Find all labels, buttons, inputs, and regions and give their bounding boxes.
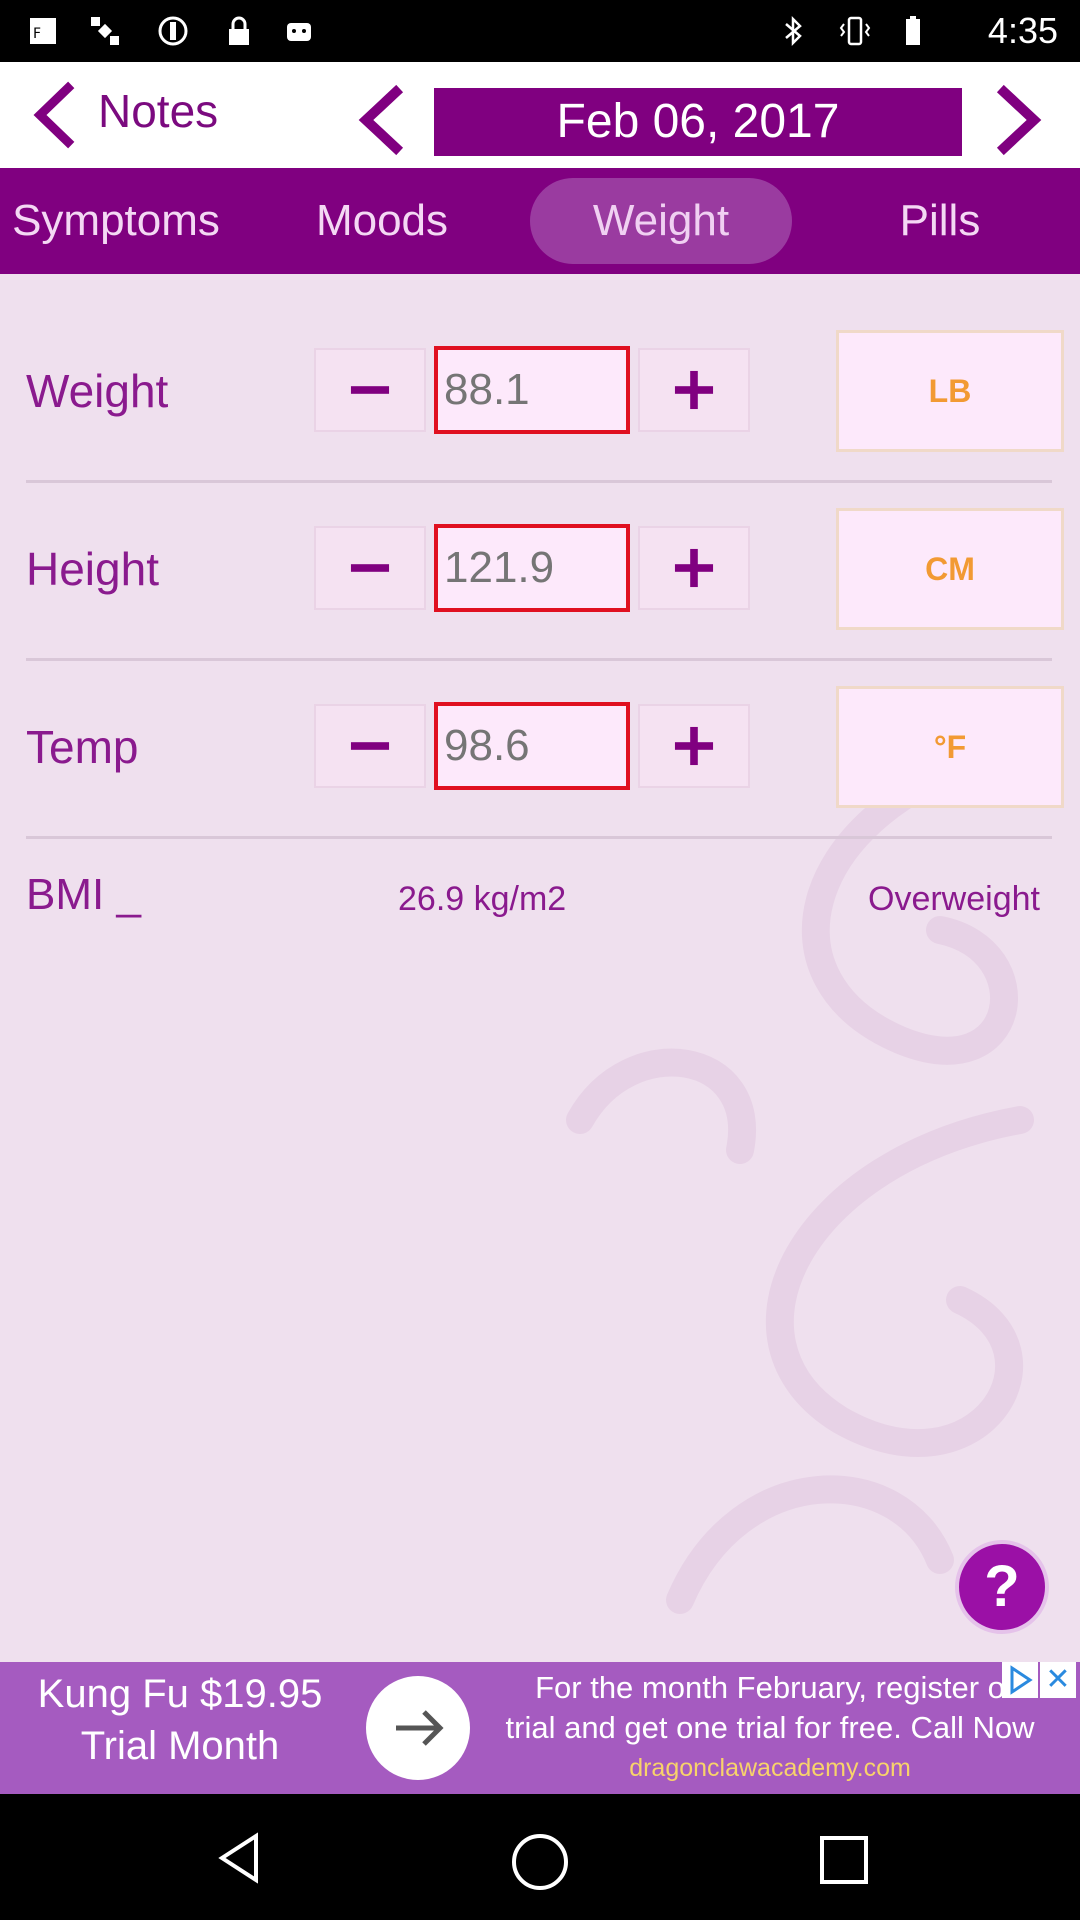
row-divider	[26, 836, 1052, 839]
row-divider	[26, 658, 1052, 661]
plus-icon	[674, 726, 714, 766]
satellite-icon	[91, 17, 119, 45]
ad-left-text: Kung Fu $19.95 Trial Month	[10, 1668, 350, 1772]
weight-increment-button[interactable]	[638, 348, 750, 432]
weight-label: Weight	[26, 365, 169, 417]
minus-icon	[350, 564, 390, 572]
nav-recents-icon[interactable]	[816, 1832, 872, 1888]
weight-input[interactable]	[434, 346, 630, 434]
temp-input[interactable]	[434, 702, 630, 790]
tab-weight[interactable]: Weight	[530, 168, 792, 274]
bmi-value: 26.9 kg/m2	[398, 880, 567, 918]
top-navigation: Notes Feb 06, 2017	[0, 62, 1080, 168]
ad-body-line1: For the month February, register o	[535, 1670, 1005, 1705]
bmi-status: Overweight	[868, 880, 1040, 918]
tab-symptoms[interactable]: Symptoms	[0, 168, 246, 274]
ad-banner[interactable]: Kung Fu $19.95 Trial Month For the month…	[0, 1662, 1080, 1794]
ad-right-text: For the month February, register o trial…	[470, 1668, 1070, 1788]
height-unit-button[interactable]: CM	[836, 508, 1064, 630]
system-navigation-bar	[0, 1794, 1080, 1920]
ad-headline-line2: Trial Month	[80, 1724, 280, 1768]
temp-decrement-button[interactable]	[314, 704, 426, 788]
tab-moods[interactable]: Moods	[270, 168, 494, 274]
height-decrement-button[interactable]	[314, 526, 426, 610]
android-icon	[287, 23, 311, 41]
next-date-icon[interactable]	[990, 84, 1050, 156]
ad-headline-line1: Kung Fu $19.95	[37, 1672, 323, 1716]
temp-label: Temp	[26, 721, 139, 773]
notes-title[interactable]: Notes	[98, 84, 218, 138]
previous-date-icon[interactable]	[350, 84, 410, 156]
ad-body-line2: trial and get one trial for free. Call N…	[505, 1710, 1035, 1745]
tab-pills[interactable]: Pills	[830, 168, 1050, 274]
row-divider	[26, 480, 1052, 483]
date-display[interactable]: Feb 06, 2017	[434, 88, 962, 156]
fake-gps-icon: F	[30, 18, 56, 44]
svg-text:F: F	[33, 26, 41, 42]
ad-choices-icon[interactable]	[1002, 1662, 1038, 1698]
height-increment-button[interactable]	[638, 526, 750, 610]
minus-icon	[350, 386, 390, 394]
weight-unit-button[interactable]: LB	[836, 330, 1064, 452]
battery-icon	[906, 16, 920, 45]
height-label: Height	[26, 543, 159, 595]
temp-increment-button[interactable]	[638, 704, 750, 788]
help-button[interactable]: ?	[955, 1540, 1049, 1634]
sync-icon	[158, 16, 188, 46]
bluetooth-icon	[785, 15, 802, 47]
nav-back-icon[interactable]	[212, 1830, 268, 1886]
minus-icon	[350, 742, 390, 750]
height-input[interactable]	[434, 524, 630, 612]
status-time: 4:35	[987, 10, 1058, 51]
bmi-label: BMI _	[26, 870, 141, 919]
temp-unit-button[interactable]: °F	[836, 686, 1064, 808]
back-arrow-icon[interactable]	[24, 80, 84, 150]
arrow-right-icon[interactable]	[366, 1676, 470, 1780]
vibrate-icon	[839, 16, 871, 46]
weight-decrement-button[interactable]	[314, 348, 426, 432]
tab-bar: Symptoms Moods Weight Pills	[0, 168, 1080, 274]
background-swirl-decoration	[566, 746, 1034, 1614]
status-bar: F 4:35	[0, 0, 1080, 62]
plus-icon	[674, 548, 714, 588]
ad-url[interactable]: dragonclawacademy.com	[470, 1748, 1070, 1788]
ad-close-button[interactable]: ✕	[1040, 1662, 1076, 1698]
lock-icon	[229, 16, 249, 45]
nav-home-icon[interactable]	[508, 1830, 572, 1894]
plus-icon	[674, 370, 714, 410]
